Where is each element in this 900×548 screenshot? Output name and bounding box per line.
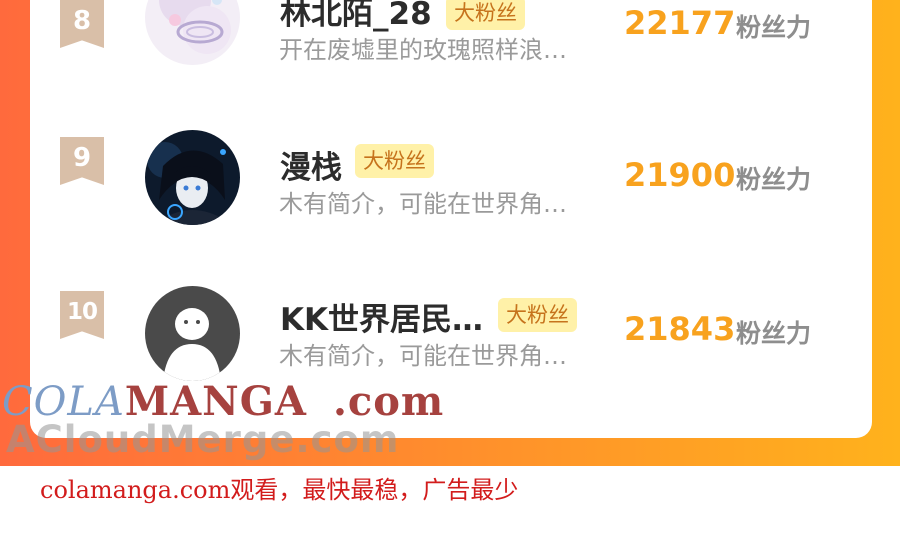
user-bio: 木有简介，可能在世界角… <box>279 190 567 218</box>
avatar[interactable] <box>145 0 240 65</box>
fan-score: 21843 <box>624 310 736 348</box>
fan-ranking-card: 8 林北陌_28 大粉丝 开在废墟里的玫瑰照样浪… 22177 粉丝力 9 漫栈… <box>30 0 872 438</box>
user-bio: 木有简介，可能在世界角… <box>279 342 567 370</box>
fan-score: 22177 <box>624 4 736 42</box>
rank-ribbon: 10 <box>60 291 104 339</box>
fan-badge: 大粉丝 <box>355 144 434 178</box>
ranking-row[interactable]: 10 KK世界居民… 大粉丝 木有简介，可能在世界角… 21843 粉丝力 <box>30 274 872 384</box>
avatar-image <box>145 130 240 225</box>
rank-ribbon: 8 <box>60 0 104 48</box>
user-name[interactable]: 漫栈 <box>280 142 342 187</box>
fan-score-unit: 粉丝力 <box>736 319 812 348</box>
user-name[interactable]: KK世界居民… <box>280 294 483 339</box>
fan-score-unit: 粉丝力 <box>736 13 812 42</box>
fan-badge: 大粉丝 <box>446 0 525 30</box>
user-name[interactable]: 林北陌_28 <box>280 0 432 33</box>
fan-score-unit: 粉丝力 <box>736 165 812 194</box>
ranking-row[interactable]: 9 漫栈 大粉丝 木有简介，可能在世界角… 21900 粉丝力 <box>30 120 872 230</box>
avatar[interactable] <box>145 286 240 381</box>
default-avatar-icon <box>145 286 240 381</box>
user-bio: 开在废墟里的玫瑰照样浪… <box>279 36 567 64</box>
site-notice[interactable]: colamanga.com观看，最快最稳，广告最少 <box>40 470 518 505</box>
fan-score: 21900 <box>624 156 736 194</box>
watermark-secondary: ACloudMerge.com <box>6 418 400 461</box>
rank-ribbon: 9 <box>60 137 104 185</box>
fan-badge: 大粉丝 <box>498 298 577 332</box>
avatar-image <box>145 0 240 65</box>
ranking-row[interactable]: 8 林北陌_28 大粉丝 开在废墟里的玫瑰照样浪… 22177 粉丝力 <box>30 0 872 90</box>
avatar[interactable] <box>145 130 240 225</box>
